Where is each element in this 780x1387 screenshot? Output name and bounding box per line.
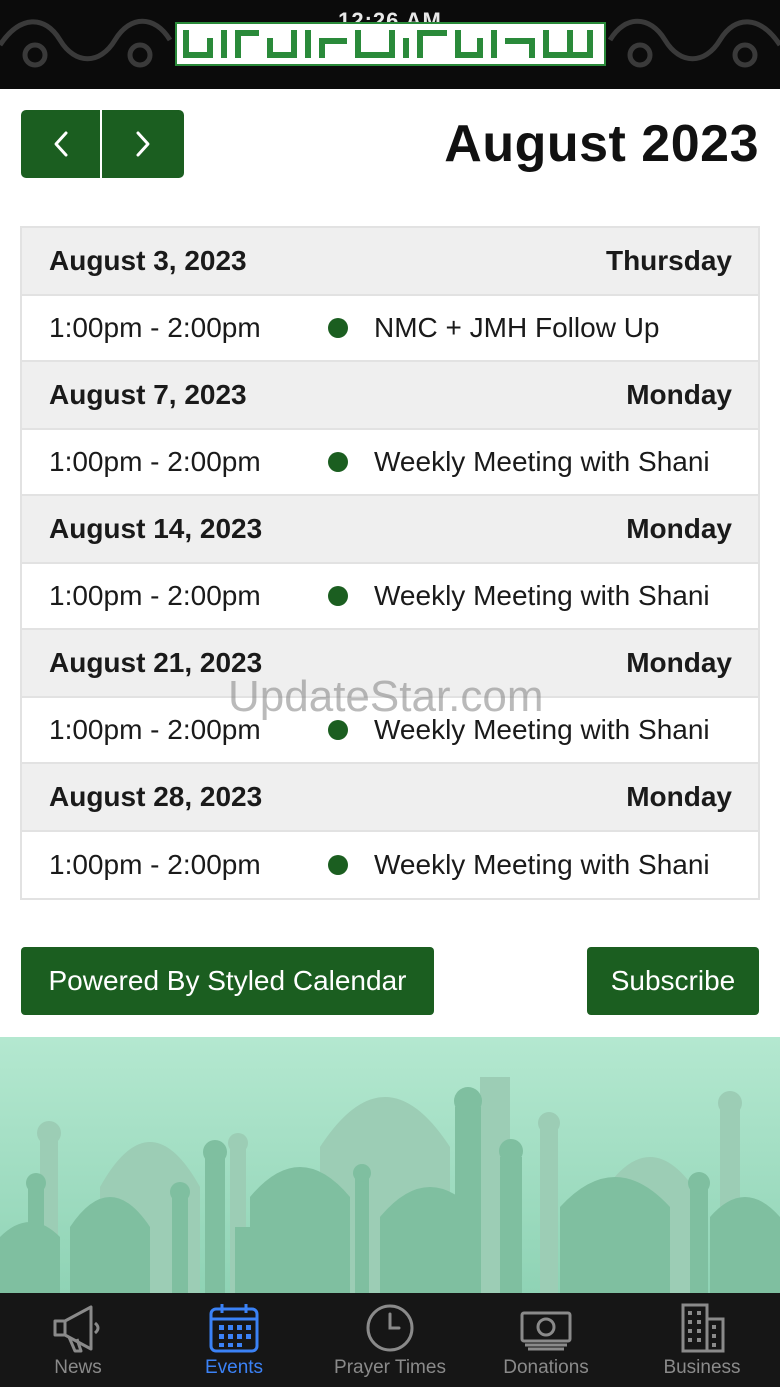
event-dot-icon <box>328 318 348 338</box>
event-time: 1:00pm - 2:00pm <box>49 580 261 611</box>
events-list: August 3, 2023 Thursday 1:00pm - 2:00pm … <box>20 226 760 900</box>
day-date: August 21, 2023 <box>49 647 263 678</box>
megaphone-icon <box>53 1305 100 1353</box>
subscribe-button[interactable]: Subscribe <box>587 947 759 1015</box>
day-date: August 28, 2023 <box>49 781 263 812</box>
month-navigation <box>21 110 184 178</box>
calligraphy-icon <box>183 30 593 58</box>
event-time: 1:00pm - 2:00pm <box>49 446 261 477</box>
event-title: Weekly Meeting with Shani <box>374 446 710 477</box>
building-icon <box>681 1303 725 1353</box>
tab-events[interactable]: Events <box>156 1293 312 1387</box>
event-time: 1:00pm - 2:00pm <box>49 312 261 343</box>
event-title: NMC + JMH Follow Up <box>374 312 660 343</box>
day-weekday: Monday <box>626 379 732 410</box>
clock-icon <box>366 1304 414 1352</box>
calligraphy-banner <box>175 22 606 66</box>
event-time: 1:00pm - 2:00pm <box>49 849 261 880</box>
event-dot-icon <box>328 720 348 740</box>
event-row[interactable]: 1:00pm - 2:00pm NMC + JMH Follow Up <box>22 296 758 362</box>
day-weekday: Thursday <box>605 245 732 276</box>
day-date: August 14, 2023 <box>49 513 263 544</box>
event-dot-icon <box>328 586 348 606</box>
event-title: Weekly Meeting with Shani <box>374 714 710 745</box>
calendar-icon <box>209 1304 259 1353</box>
tab-news[interactable]: News <box>0 1293 156 1387</box>
day-header: August 7, 2023 Monday <box>22 362 758 430</box>
event-dot-icon <box>328 855 348 875</box>
event-title: Weekly Meeting with Shani <box>374 849 710 880</box>
tab-business[interactable]: Business <box>624 1293 780 1387</box>
day-header: August 3, 2023 Thursday <box>22 228 758 296</box>
next-month-button[interactable] <box>102 110 184 178</box>
event-time: 1:00pm - 2:00pm <box>49 714 261 745</box>
day-weekday: Monday <box>626 647 732 678</box>
event-dot-icon <box>328 452 348 472</box>
day-weekday: Monday <box>626 781 732 812</box>
tab-label: Prayer Times <box>334 1357 446 1378</box>
day-date: August 7, 2023 <box>49 379 247 410</box>
mosque-skyline-image <box>0 1037 780 1293</box>
tab-bar: News Events Prayer Times Donations Busin… <box>0 1293 780 1387</box>
day-date: August 3, 2023 <box>49 245 247 276</box>
day-header: August 28, 2023 Monday <box>22 764 758 832</box>
prev-month-button[interactable] <box>21 110 102 178</box>
tab-label: Events <box>204 1357 264 1378</box>
day-weekday: Monday <box>626 513 732 544</box>
money-icon <box>520 1311 572 1351</box>
chevron-right-icon <box>136 131 150 157</box>
day-header: August 21, 2023 Monday <box>22 630 758 698</box>
day-header: August 14, 2023 Monday <box>22 496 758 564</box>
month-title: August 2023 <box>444 115 759 173</box>
event-row[interactable]: 1:00pm - 2:00pm Weekly Meeting with Shan… <box>22 698 758 764</box>
tab-label: News <box>54 1357 102 1378</box>
event-row[interactable]: 1:00pm - 2:00pm Weekly Meeting with Shan… <box>22 564 758 630</box>
tab-donations[interactable]: Donations <box>468 1293 624 1387</box>
event-title: Weekly Meeting with Shani <box>374 580 710 611</box>
event-row[interactable]: 1:00pm - 2:00pm Weekly Meeting with Shan… <box>22 832 758 898</box>
tab-label: Business <box>663 1357 741 1378</box>
chevron-left-icon <box>54 131 67 157</box>
tab-prayer-times[interactable]: Prayer Times <box>312 1293 468 1387</box>
tab-label: Donations <box>503 1357 589 1378</box>
powered-by-button[interactable]: Powered By Styled Calendar <box>21 947 434 1015</box>
header: 12:26 AM <box>0 0 780 89</box>
event-row[interactable]: 1:00pm - 2:00pm Weekly Meeting with Shan… <box>22 430 758 496</box>
